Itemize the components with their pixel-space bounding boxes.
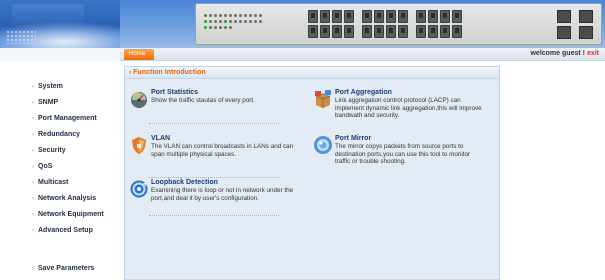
feature-loopback-detection[interactable]: Loopback Detection Examining there is lo… bbox=[129, 179, 299, 223]
sidebar-item-port-management[interactable]: › Port Management bbox=[32, 115, 97, 122]
sidebar-item-label: Network Analysis bbox=[38, 195, 97, 202]
feature-desc: The VLAN can control broadcasts in LANs … bbox=[151, 143, 294, 158]
feature-desc: Show the traffic stautas of every port. bbox=[151, 97, 255, 104]
top-nav-bar: Home welcome guest ! exit bbox=[120, 48, 605, 61]
save-parameters-link[interactable]: › Save Parameters bbox=[32, 265, 94, 272]
box-icon bbox=[315, 90, 331, 108]
sidebar-item-label: QoS bbox=[38, 163, 53, 170]
feature-port-mirror[interactable]: Port Mirror The mirror copys packets fro… bbox=[313, 135, 483, 179]
exit-link[interactable]: exit bbox=[587, 50, 599, 57]
chevron-right-icon: › bbox=[32, 132, 34, 138]
sidebar-item-label: System bbox=[38, 83, 63, 90]
function-intro-panel: › Function Introduction Port Statistics … bbox=[124, 66, 500, 280]
sidebar-item-qos[interactable]: › QoS bbox=[32, 163, 52, 170]
feature-desc: Link aggregation control protocol (LACP)… bbox=[335, 97, 482, 120]
welcome-prefix: welcome bbox=[530, 50, 561, 57]
sidebar-item-label: Multicast bbox=[38, 179, 69, 186]
ethernet-ports bbox=[308, 10, 462, 40]
shield-icon bbox=[132, 137, 146, 154]
feature-name[interactable]: Port Mirror bbox=[335, 135, 371, 142]
sidebar-item-label: Port Management bbox=[38, 115, 97, 122]
feature-name[interactable]: Port Statistics bbox=[151, 89, 198, 96]
logo-area bbox=[0, 0, 120, 48]
feature-divider bbox=[149, 177, 279, 178]
panel-title: › Function Introduction bbox=[125, 67, 499, 79]
sidebar-item-system[interactable]: › System bbox=[32, 83, 63, 90]
sidebar-item-label: Advanced Setup bbox=[38, 227, 93, 234]
feature-port-statistics[interactable]: Port Statistics Show the traffic stautas… bbox=[129, 89, 299, 125]
gauge-icon bbox=[131, 92, 147, 108]
feature-desc: Examining there is loop or not in networ… bbox=[151, 187, 294, 202]
chevron-right-icon: › bbox=[32, 212, 34, 218]
logo-dots bbox=[6, 30, 36, 44]
chevron-right-icon: › bbox=[32, 116, 34, 122]
home-tab[interactable]: Home bbox=[124, 49, 154, 60]
status-leds bbox=[204, 14, 294, 36]
sidebar-item-snmp[interactable]: › SNMP bbox=[32, 99, 58, 106]
mirror-icon bbox=[314, 136, 332, 154]
welcome-text: welcome guest ! exit bbox=[530, 50, 599, 57]
sfp-ports bbox=[557, 10, 593, 39]
sidebar-item-label: Security bbox=[38, 147, 66, 154]
sidebar-item-advanced-setup[interactable]: › Advanced Setup bbox=[32, 227, 93, 234]
sidebar-item-network-analysis[interactable]: › Network Analysis bbox=[32, 195, 96, 202]
sidebar-item-label: Redundancy bbox=[38, 131, 81, 138]
chevron-right-icon: › bbox=[32, 180, 34, 186]
chevron-right-icon: › bbox=[32, 266, 34, 272]
welcome-separator: ! bbox=[582, 50, 585, 57]
sidebar: › System › SNMP › Port Management › Redundan… bbox=[0, 61, 124, 280]
feature-name[interactable]: Loopback Detection bbox=[151, 179, 218, 186]
switch-panel-image bbox=[195, 3, 602, 45]
sidebar-item-redundancy[interactable]: › Redundancy bbox=[32, 131, 80, 138]
save-parameters-label: Save Parameters bbox=[38, 265, 95, 272]
chevron-right-icon: › bbox=[32, 164, 34, 170]
feature-port-aggregation[interactable]: Port Aggregation Link aggregation contro… bbox=[313, 89, 483, 133]
feature-vlan[interactable]: VLAN The VLAN can control broadcasts in … bbox=[129, 135, 299, 179]
feature-name[interactable]: Port Aggregation bbox=[335, 89, 392, 96]
sidebar-item-label: SNMP bbox=[38, 99, 59, 106]
loop-icon bbox=[130, 180, 148, 198]
username: guest bbox=[562, 50, 581, 57]
sidebar-item-label: Network Equipment bbox=[38, 211, 104, 218]
chevron-right-icon: › bbox=[32, 100, 34, 106]
chevron-right-icon: › bbox=[32, 196, 34, 202]
feature-desc: The mirror copys packets from source por… bbox=[335, 143, 471, 166]
nav-left-band bbox=[0, 48, 120, 61]
right-blank-area bbox=[500, 61, 605, 280]
sidebar-item-multicast[interactable]: › Multicast bbox=[32, 179, 68, 186]
chevron-right-icon: › bbox=[32, 148, 34, 154]
feature-divider bbox=[149, 123, 279, 124]
sidebar-item-security[interactable]: › Security bbox=[32, 147, 66, 154]
chevron-right-icon: › bbox=[32, 228, 34, 234]
chevron-right-icon: › bbox=[32, 84, 34, 90]
feature-divider bbox=[149, 215, 279, 216]
feature-name[interactable]: VLAN bbox=[151, 135, 170, 142]
sidebar-item-network-equipment[interactable]: › Network Equipment bbox=[32, 211, 104, 218]
